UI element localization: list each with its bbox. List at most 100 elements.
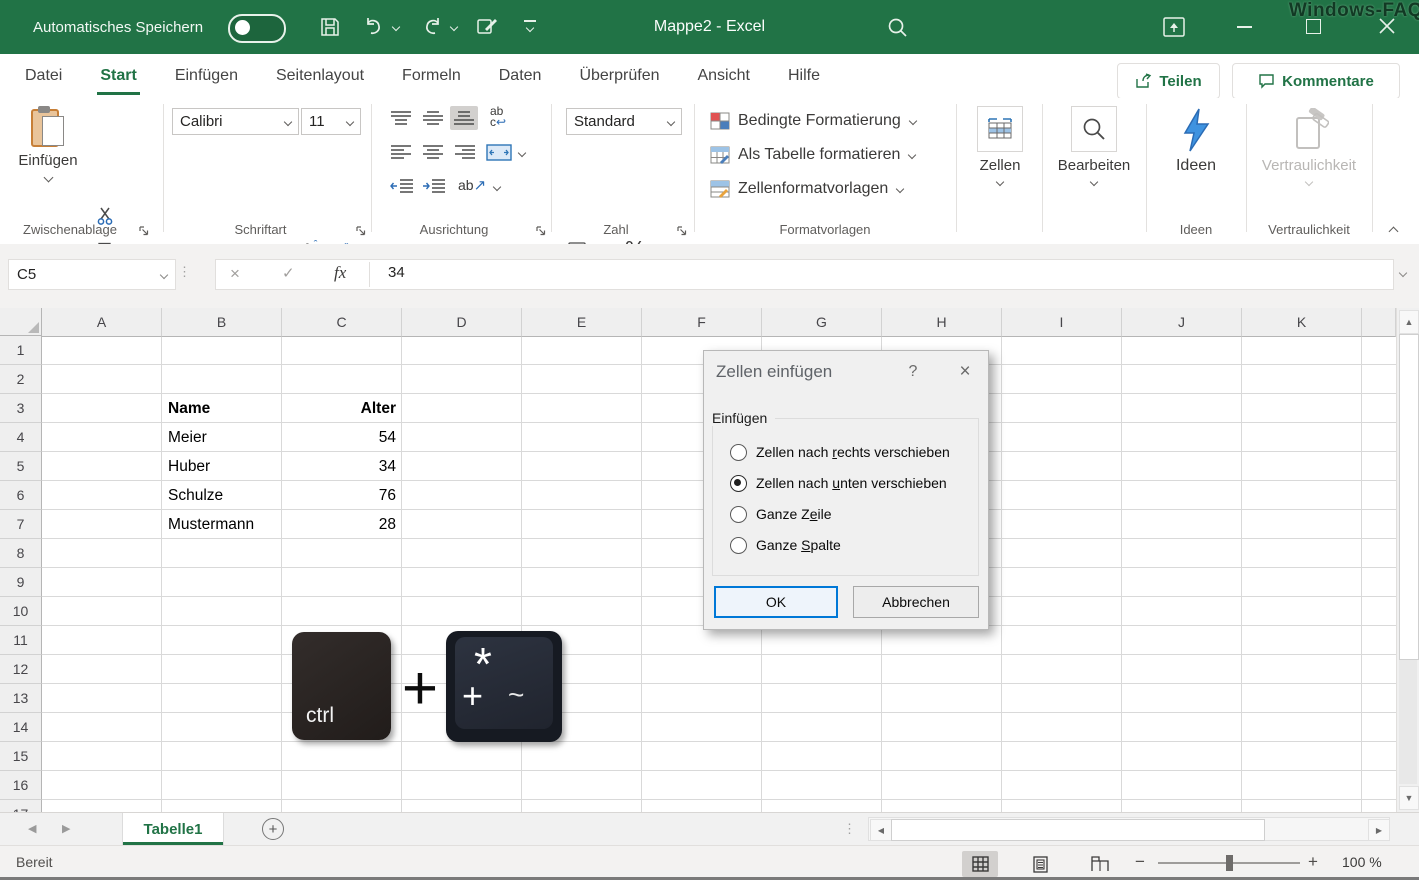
cell-C6[interactable]: 76 <box>282 481 402 510</box>
radio-option-1[interactable]: Zellen nach rechts verschieben <box>730 441 950 463</box>
ok-button[interactable]: OK <box>714 586 838 618</box>
column-header-J[interactable]: J <box>1122 308 1242 337</box>
name-box[interactable]: C5 <box>8 259 176 290</box>
row-header-2[interactable]: 2 <box>0 365 42 394</box>
row-header-5[interactable]: 5 <box>0 452 42 481</box>
column-header-H[interactable]: H <box>882 308 1002 337</box>
ribbon-tab-7[interactable]: Überprüfen <box>560 54 678 98</box>
redo-dropdown-icon[interactable] <box>450 23 458 31</box>
decrease-indent-icon[interactable] <box>390 178 414 199</box>
row-header-3[interactable]: 3 <box>0 394 42 423</box>
sheet-nav-prev-icon[interactable]: ◀ <box>28 822 36 835</box>
radio-selected-icon[interactable] <box>730 475 747 492</box>
row-header-17[interactable]: 17 <box>0 800 42 812</box>
row-header-9[interactable]: 9 <box>0 568 42 597</box>
zoom-level-label[interactable]: 100 % <box>1342 854 1382 870</box>
cell-C3[interactable]: Alter <box>282 394 402 423</box>
column-header-D[interactable]: D <box>402 308 522 337</box>
alignment-dialog-launcher-icon[interactable] <box>535 224 547 236</box>
tab-scroll-splitter[interactable]: ⋮ <box>843 821 856 837</box>
cell-B7[interactable]: Mustermann <box>162 510 282 539</box>
collapse-ribbon-icon[interactable] <box>1389 227 1399 237</box>
select-all-corner[interactable] <box>0 308 42 336</box>
ribbon-tab-1[interactable]: Datei <box>6 54 81 98</box>
redo-icon[interactable] <box>420 15 444 44</box>
cancel-entry-icon[interactable]: × <box>230 264 240 284</box>
dialog-help-icon[interactable]: ? <box>898 363 928 381</box>
font-dialog-launcher-icon[interactable] <box>355 224 367 236</box>
row-header-13[interactable]: 13 <box>0 684 42 713</box>
align-top-icon[interactable] <box>390 110 412 131</box>
search-icon[interactable] <box>886 16 909 44</box>
radio-unselected-icon[interactable] <box>730 537 747 554</box>
orientation-icon[interactable]: ab↗ <box>458 176 486 194</box>
merge-center-icon[interactable] <box>486 144 512 166</box>
scroll-down-icon[interactable]: ▼ <box>1399 786 1419 810</box>
autosave-toggle[interactable] <box>228 14 286 43</box>
ribbon-tab-6[interactable]: Daten <box>480 54 561 98</box>
cell-B4[interactable]: Meier <box>162 423 282 452</box>
align-left-icon[interactable] <box>390 144 412 165</box>
ribbon-tab-8[interactable]: Ansicht <box>678 54 768 98</box>
row-header-14[interactable]: 14 <box>0 713 42 742</box>
cell-B5[interactable]: Huber <box>162 452 282 481</box>
radio-unselected-icon[interactable] <box>730 506 747 523</box>
dialog-title-bar[interactable]: Zellen einfügen ? × <box>704 351 988 393</box>
edit-button[interactable]: Bearbeiten <box>1048 106 1140 185</box>
sheet-tab-tabelle1[interactable]: Tabelle1 <box>122 813 224 845</box>
row-header-6[interactable]: 6 <box>0 481 42 510</box>
dialog-close-icon[interactable]: × <box>950 361 980 383</box>
align-right-icon[interactable] <box>454 144 476 165</box>
ribbon-tab-4[interactable]: Seitenlayout <box>257 54 383 98</box>
column-header-A[interactable]: A <box>42 308 162 337</box>
cells-button[interactable]: Zellen <box>962 106 1038 185</box>
row-header-12[interactable]: 12 <box>0 655 42 684</box>
number-dialog-launcher-icon[interactable] <box>676 224 688 236</box>
undo-dropdown-icon[interactable] <box>392 23 400 31</box>
ink-mode-icon[interactable] <box>476 16 500 43</box>
scroll-right-icon[interactable]: ▶ <box>1368 819 1390 841</box>
radio-unselected-icon[interactable] <box>730 444 747 461</box>
zoom-out-icon[interactable]: − <box>1135 852 1145 872</box>
ribbon-display-options-icon[interactable] <box>1162 16 1186 43</box>
row-header-7[interactable]: 7 <box>0 510 42 539</box>
increase-indent-icon[interactable] <box>422 178 446 199</box>
page-layout-view-button[interactable] <box>1022 851 1058 877</box>
scroll-up-icon[interactable]: ▲ <box>1399 310 1419 334</box>
vertical-scrollbar[interactable]: ▲ ▼ <box>1396 308 1419 812</box>
formula-input-value[interactable]: 34 <box>388 264 405 281</box>
normal-view-button[interactable] <box>962 851 998 877</box>
row-header-4[interactable]: 4 <box>0 423 42 452</box>
cell-C7[interactable]: 28 <box>282 510 402 539</box>
column-header-K[interactable]: K <box>1242 308 1362 337</box>
ribbon-tab-2[interactable]: Start <box>81 54 155 98</box>
zoom-in-icon[interactable]: + <box>1308 852 1318 872</box>
radio-option-2[interactable]: Zellen nach unten verschieben <box>730 472 947 494</box>
scroll-left-icon[interactable]: ◀ <box>870 819 892 841</box>
merge-dropdown-icon[interactable] <box>518 149 526 157</box>
format-as-table-button[interactable]: Als Tabelle formatieren <box>710 140 915 170</box>
share-button[interactable]: Teilen <box>1117 63 1220 99</box>
orientation-dropdown-icon[interactable] <box>493 183 501 191</box>
wrap-text-icon[interactable]: ab c↩ <box>490 106 506 128</box>
conditional-formatting-button[interactable]: Bedingte Formatierung <box>710 106 916 136</box>
align-middle-icon[interactable] <box>422 110 444 131</box>
insert-function-icon[interactable]: fx <box>334 263 346 283</box>
sensitivity-button[interactable]: Vertraulichkeit <box>1252 106 1366 185</box>
horizontal-scrollbar[interactable]: ◀ ▶ <box>868 817 1390 841</box>
row-header-1[interactable]: 1 <box>0 336 42 365</box>
sheet-nav-next-icon[interactable]: ▶ <box>62 822 70 835</box>
cell-C4[interactable]: 54 <box>282 423 402 452</box>
column-header-F[interactable]: F <box>642 308 762 337</box>
cell-B3[interactable]: Name <box>162 394 282 423</box>
save-icon[interactable] <box>318 15 342 44</box>
number-format-combo[interactable]: Standard <box>566 108 682 135</box>
column-header-E[interactable]: E <box>522 308 642 337</box>
undo-icon[interactable] <box>362 15 386 44</box>
row-header-10[interactable]: 10 <box>0 597 42 626</box>
row-header-16[interactable]: 16 <box>0 771 42 800</box>
confirm-entry-icon[interactable]: ✓ <box>282 264 295 282</box>
row-header-15[interactable]: 15 <box>0 742 42 771</box>
font-name-combo[interactable]: Calibri <box>172 108 299 135</box>
column-header-I[interactable]: I <box>1002 308 1122 337</box>
